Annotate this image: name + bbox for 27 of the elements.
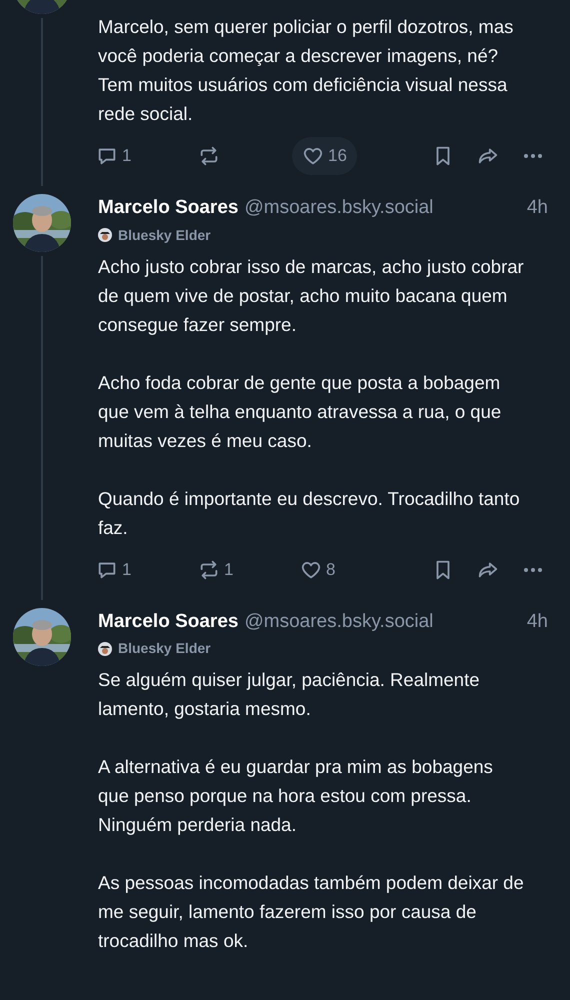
post-time[interactable]: 4h bbox=[526, 194, 548, 222]
post-text: Acho foda cobrar de gente que posta a bobagem que vem à telha enquanto atravessa a rua, o que muitas vezes é meu caso. bbox=[98, 370, 502, 452]
post-text: Quando é importante eu descrevo. Trocadilho tanto faz. bbox=[98, 486, 521, 540]
repost-icon bbox=[198, 558, 220, 580]
like-button[interactable]: 16 bbox=[292, 137, 357, 175]
like-button[interactable]: 8 bbox=[300, 550, 336, 588]
heart-icon bbox=[302, 145, 324, 167]
repost-button[interactable]: 1 bbox=[198, 550, 234, 588]
badge-icon bbox=[98, 228, 112, 242]
author-handle[interactable]: @msoares.bsky.social bbox=[244, 608, 434, 636]
post-text: A alternativa é eu guardar pra mim as bobagens que penso porque na hora estou com pressa. Ninguém perderia nada. bbox=[98, 755, 494, 837]
author-name[interactable]: Marcelo Soares bbox=[98, 194, 238, 222]
author-name[interactable]: Marcelo Soares bbox=[98, 608, 238, 636]
post-text: As pessoas incomodadas também podem deixar de me seguir, lamento fazerem isso por causa de trocadilho mas ok. bbox=[98, 871, 525, 953]
badge-label: Bluesky Elder bbox=[118, 226, 211, 245]
more-icon bbox=[522, 566, 544, 572]
reply-button[interactable]: 1 bbox=[96, 137, 132, 175]
post-text: Marcelo, sem querer policiar o perfil dozotros, mas você poderia começar a descrever imagens, né? Tem muitos usuários com deficiência visual nessa rede social. bbox=[98, 15, 514, 126]
post-time[interactable]: 4h bbox=[526, 608, 548, 636]
post-text: Se alguém quiser julgar, paciência. Realmente lamento, gostaria mesmo. bbox=[98, 668, 481, 721]
badge-icon bbox=[98, 642, 112, 656]
repost-icon bbox=[198, 145, 220, 167]
badge-label: Bluesky Elder bbox=[118, 639, 211, 658]
author-handle[interactable]: @msoares.bsky.social bbox=[244, 194, 434, 222]
reply-button[interactable]: 1 bbox=[96, 550, 132, 588]
post-text: Acho justo cobrar isso de marcas, acho justo cobrar de quem vive de postar, acho muito bacana quem consegue fazer sempre. bbox=[98, 254, 525, 337]
more-icon bbox=[522, 153, 544, 159]
